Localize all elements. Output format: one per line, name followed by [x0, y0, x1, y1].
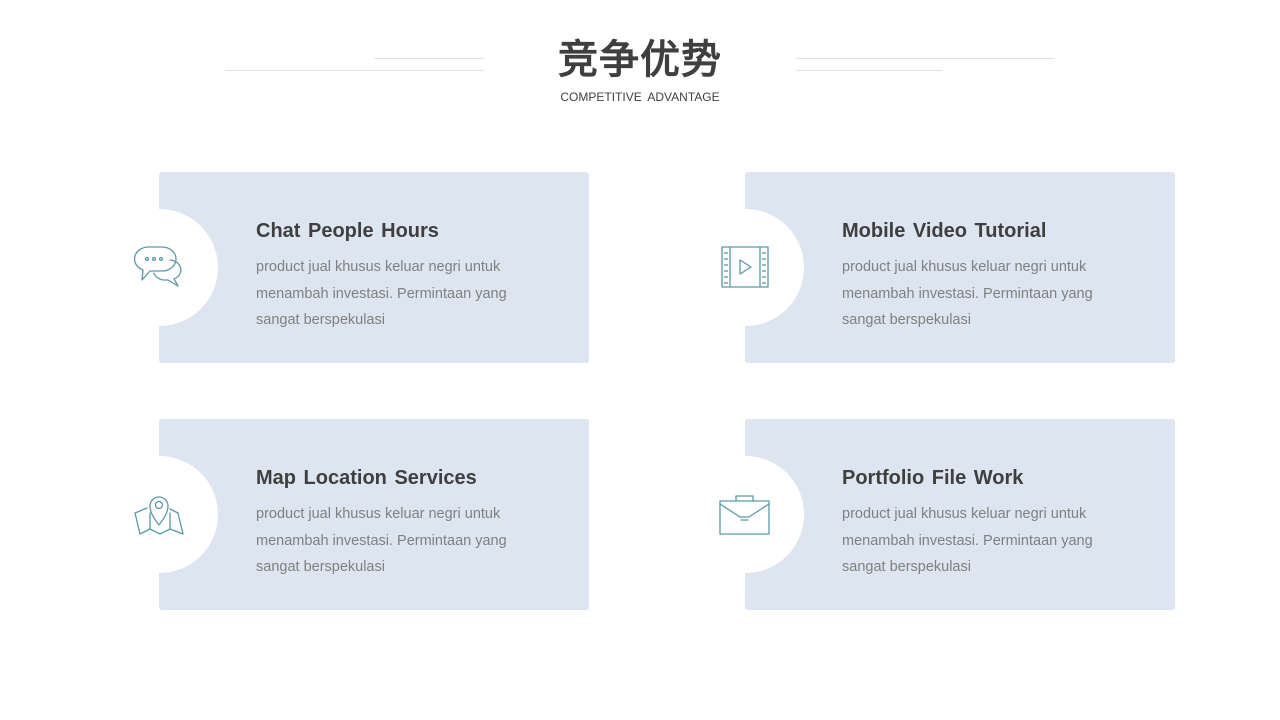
map-location-icon — [130, 489, 188, 539]
card-title: Portfolio File Work — [842, 467, 1024, 489]
feature-card-video: Mobile Video Tutorial product jual khusu… — [703, 172, 1175, 363]
feature-card-map: Map Location Services product jual khusu… — [117, 419, 589, 610]
card-description: product jual khusus keluar negri untuk m… — [256, 259, 507, 328]
feature-card-chat: Chat People Hours product jual khusus ke… — [117, 172, 589, 363]
card-description: product jual khusus keluar negri untuk m… — [842, 506, 1093, 575]
video-film-icon — [716, 242, 774, 292]
card-description: product jual khusus keluar negri untuk m… — [842, 259, 1093, 328]
card-description: product jual khusus keluar negri untuk m… — [256, 506, 507, 575]
chat-bubbles-icon — [130, 242, 188, 292]
card-title: Mobile Video Tutorial — [842, 220, 1047, 242]
card-title: Chat People Hours — [256, 220, 439, 242]
page-subtitle: COMPETITIVE ADVANTAGE — [560, 90, 720, 104]
briefcase-icon — [716, 489, 774, 539]
feature-card-portfolio: Portfolio File Work product jual khusus … — [703, 419, 1175, 610]
page-title: 竞争优势 — [558, 37, 722, 83]
card-title: Map Location Services — [256, 467, 477, 489]
